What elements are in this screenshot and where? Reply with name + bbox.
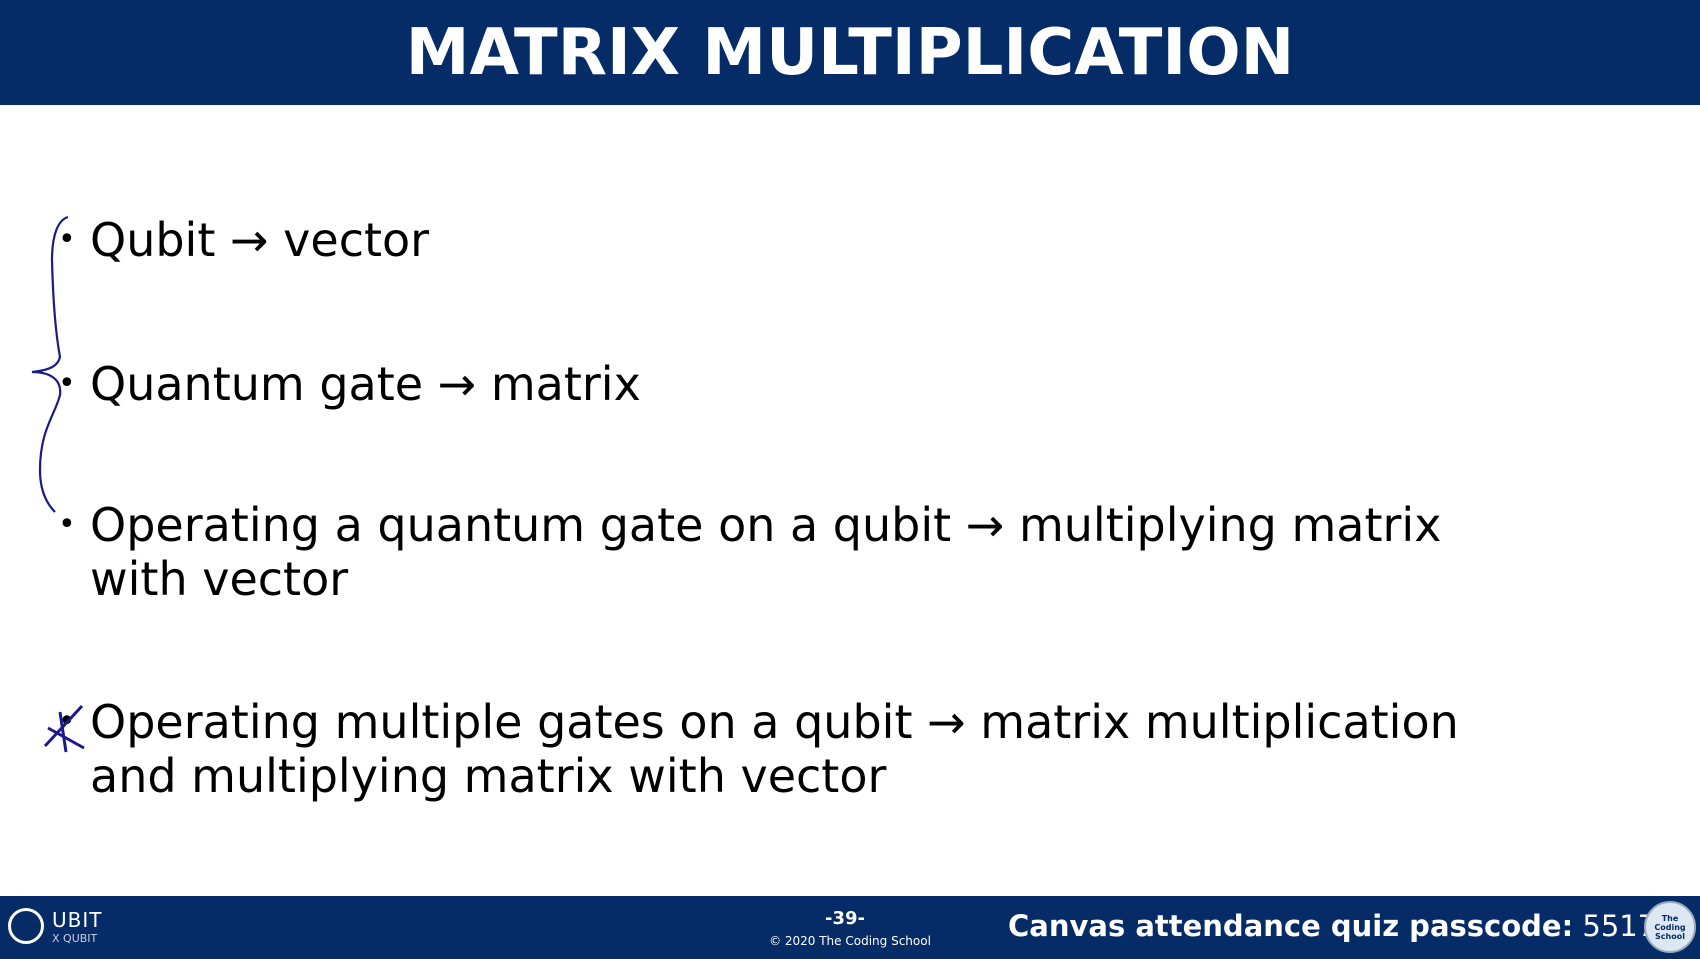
logo-text: UBIT	[52, 908, 103, 932]
curly-brace-mark	[31, 215, 69, 513]
star-mark	[43, 704, 85, 753]
coding-school-seal: The Coding School	[1644, 901, 1696, 953]
logo-subtext: X QUBIT	[52, 932, 98, 945]
passcode-label: Canvas attendance quiz passcode:	[1008, 909, 1574, 943]
page-number: -39-	[825, 908, 865, 929]
qubit-logo: UBIT X QUBIT	[8, 904, 108, 950]
handwritten-annotations	[31, 215, 85, 753]
footer-bar: UBIT X QUBIT -39- © 2020 The Coding Scho…	[0, 896, 1700, 959]
qubit-logo-icon	[8, 908, 44, 944]
passcode-text: Canvas attendance quiz passcode: 5517	[1008, 909, 1656, 943]
copyright: © 2020 The Coding School	[769, 934, 931, 948]
